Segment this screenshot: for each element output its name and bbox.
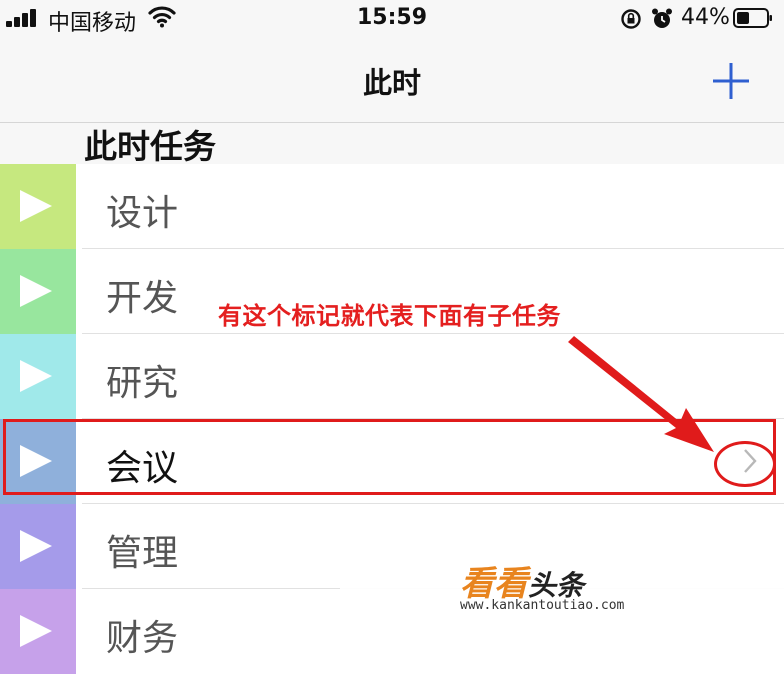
watermark: 看看头条 www.kankantoutiao.com: [340, 550, 784, 627]
section-header: 此时任务: [84, 127, 216, 166]
annotation-highlight-box: [3, 419, 776, 495]
status-bar: 中国移动 15:59 44%: [0, 0, 784, 36]
task-label: 管理: [106, 533, 179, 574]
alarm-icon: [650, 7, 674, 35]
play-triangle-icon: [20, 615, 52, 647]
task-label: 研究: [106, 363, 179, 404]
annotation-text: 有这个标记就代表下面有子任务: [218, 302, 561, 330]
task-color-tab[interactable]: [0, 164, 76, 249]
task-label: 财务: [106, 618, 179, 659]
task-row-design[interactable]: 设计: [0, 164, 784, 249]
task-color-tab[interactable]: [0, 589, 76, 674]
play-triangle-icon: [20, 190, 52, 222]
plus-icon: [713, 63, 749, 99]
page-title: 此时: [362, 66, 421, 100]
task-color-tab[interactable]: [0, 504, 76, 589]
play-triangle-icon: [20, 275, 52, 307]
add-task-button[interactable]: [710, 60, 752, 102]
rotation-lock-icon: [620, 8, 642, 34]
task-color-tab[interactable]: [0, 334, 76, 419]
navigation-bar: 此时: [0, 36, 784, 123]
task-color-tab[interactable]: [0, 249, 76, 334]
task-label: 开发: [106, 278, 179, 319]
task-label: 设计: [106, 193, 179, 234]
play-triangle-icon: [20, 530, 52, 562]
watermark-url: www.kankantoutiao.com: [460, 598, 625, 613]
play-triangle-icon: [20, 360, 52, 392]
battery-percent: 44%: [681, 5, 730, 30]
annotation-highlight-circle: [714, 441, 776, 487]
battery-icon: [733, 8, 773, 28]
